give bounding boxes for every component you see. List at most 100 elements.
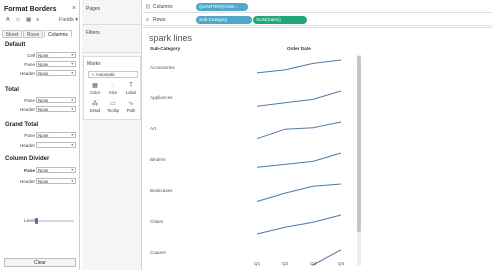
rows-shelf-label: Rows xyxy=(153,17,166,23)
chevron-down-icon: ▼ xyxy=(70,98,74,102)
chevron-down-icon: ▼ xyxy=(70,179,74,183)
spark-line-chairs[interactable] xyxy=(256,214,342,235)
marks-card: Marks ∿ Automatic ▦ Color ◌ Size T Label ⁂ D… xyxy=(83,56,141,120)
color-button[interactable]: ▦ Color xyxy=(86,82,104,95)
chevron-down-icon: ▼ xyxy=(70,133,74,137)
spark-line-bookcases[interactable] xyxy=(256,183,342,202)
default-header-select[interactable]: None ▼ xyxy=(36,70,76,76)
sum-sales-pill[interactable]: SUM(Sales) xyxy=(253,16,307,24)
section-default-title: Default xyxy=(5,42,26,48)
spark-lines-chart xyxy=(256,59,342,266)
quarter-order-date-pill[interactable]: QUARTER(Order... xyxy=(196,3,248,11)
lines-icon[interactable]: ≡ xyxy=(36,17,39,23)
vertical-scrollbar[interactable] xyxy=(357,54,361,266)
x-tick-label: Q4 xyxy=(338,261,345,266)
scrollbar-thumb[interactable] xyxy=(357,56,361,232)
grand-total-header-select[interactable]: ▼ xyxy=(36,142,76,148)
cards-pane: Pages Filters Marks ∿ Automatic ▦ Color ◌… xyxy=(82,0,142,270)
mark-type-value: Automatic xyxy=(95,72,116,77)
x-tick-label: Q3 xyxy=(310,261,317,266)
borders-icon[interactable]: ▦ xyxy=(26,17,31,23)
view-area: spark lines Sub-Category Order Date Acce… xyxy=(143,27,492,270)
shelves: ||| Columns QUARTER(Order... ≡ Rows Sub-… xyxy=(143,0,492,27)
spark-line-copiers[interactable] xyxy=(312,249,342,266)
x-tick-label: Q2 xyxy=(282,261,289,266)
clear-button[interactable]: Clear xyxy=(4,258,76,267)
chevron-down-icon: ▼ xyxy=(70,71,74,75)
grand-total-pane-select[interactable]: None ▼ xyxy=(36,132,76,138)
shading-icon[interactable]: ◇ xyxy=(16,17,20,23)
rows-shelf[interactable]: ≡ Rows Sub-Category SUM(Sales) xyxy=(143,14,492,26)
column-divider-header-select[interactable]: None ▼ xyxy=(36,178,76,184)
format-tabs: Sheet Rows Columns xyxy=(2,30,78,38)
section-grand-total-title: Grand Total xyxy=(5,122,39,128)
color-icon: ▦ xyxy=(92,83,98,89)
total-header-select[interactable]: None ▼ xyxy=(36,106,76,112)
default-pane-select[interactable]: None ▼ xyxy=(36,61,76,67)
pane-label: Pane xyxy=(24,133,35,138)
detail-label: Detail xyxy=(89,108,101,113)
tooltip-label: Tooltip xyxy=(106,108,120,113)
cell-label: Cell xyxy=(27,53,35,58)
select-value: None xyxy=(38,133,49,138)
label-label: Label xyxy=(125,90,137,95)
total-pane-select[interactable]: None ▼ xyxy=(36,97,76,103)
pages-card-title: Pages xyxy=(86,6,101,12)
tab-rows[interactable]: Rows xyxy=(23,30,43,38)
path-button[interactable]: ∿ Path xyxy=(122,100,140,113)
chevron-down-icon: ▼ xyxy=(70,168,74,172)
pane-label: Pane xyxy=(24,62,35,67)
text-icon: T xyxy=(129,83,133,89)
detail-icon: ⁂ xyxy=(92,101,98,107)
header-label: Header xyxy=(19,143,35,148)
default-cell-select[interactable]: None ▼ xyxy=(36,52,76,58)
format-panel-title: Format Borders xyxy=(4,6,57,13)
select-value: None xyxy=(38,62,49,67)
section-total-title: Total xyxy=(5,87,19,93)
font-icon[interactable]: A xyxy=(6,17,10,23)
chevron-down-icon: ▼ xyxy=(70,107,74,111)
fields-dropdown[interactable]: Fields ▾ xyxy=(59,17,78,23)
select-value: None xyxy=(38,168,49,173)
spark-line-binders[interactable] xyxy=(256,152,342,168)
path-label: Path xyxy=(126,108,136,113)
detail-button[interactable]: ⁂ Detail xyxy=(86,100,104,113)
close-icon[interactable]: × xyxy=(72,5,76,12)
chevron-down-icon: ▼ xyxy=(70,62,74,66)
size-icon: ◌ xyxy=(111,83,115,89)
size-button[interactable]: ◌ Size xyxy=(104,82,122,95)
select-value: None xyxy=(38,53,49,58)
select-value: None xyxy=(38,107,49,112)
chevron-down-icon: ▼ xyxy=(70,53,74,57)
x-tick-label: Q1 xyxy=(254,261,261,266)
level-slider[interactable] xyxy=(35,218,74,224)
spark-line-art[interactable] xyxy=(256,121,342,140)
tab-columns[interactable]: Columns xyxy=(44,30,72,38)
spark-line-accessories[interactable] xyxy=(256,59,342,74)
size-label: Size xyxy=(108,90,118,95)
rows-icon: ≡ xyxy=(146,17,149,23)
tab-sheet[interactable]: Sheet xyxy=(2,30,22,38)
tooltip-button[interactable]: ▭ Tooltip xyxy=(104,100,122,113)
marks-card-title: Marks xyxy=(87,61,101,67)
divider xyxy=(82,52,142,53)
filters-card-title: Filters xyxy=(86,30,100,36)
spark-line-appliances[interactable] xyxy=(256,90,342,107)
path-icon: ∿ xyxy=(128,101,134,107)
level-label: Level xyxy=(24,218,35,223)
label-button[interactable]: T Label xyxy=(122,82,140,95)
column-divider-pane-select[interactable]: None ▼ xyxy=(36,167,76,173)
mark-type-select[interactable]: ∿ Automatic xyxy=(88,71,138,78)
columns-icon: ||| xyxy=(146,4,150,10)
sub-category-pill[interactable]: Sub-Category xyxy=(196,16,252,24)
format-toolbar: A ◇ ▦ ≡ Fields ▾ xyxy=(4,17,78,26)
select-value: None xyxy=(38,98,49,103)
level-slider-handle[interactable] xyxy=(35,218,38,224)
columns-shelf[interactable]: ||| Columns QUARTER(Order... xyxy=(143,1,492,13)
divider xyxy=(82,24,142,25)
header-label: Header xyxy=(19,107,35,112)
select-value: None xyxy=(38,71,49,76)
columns-shelf-label: Columns xyxy=(153,4,173,10)
section-column-divider-title: Column Divider xyxy=(5,156,50,162)
chevron-down-icon: ▼ xyxy=(70,143,74,147)
